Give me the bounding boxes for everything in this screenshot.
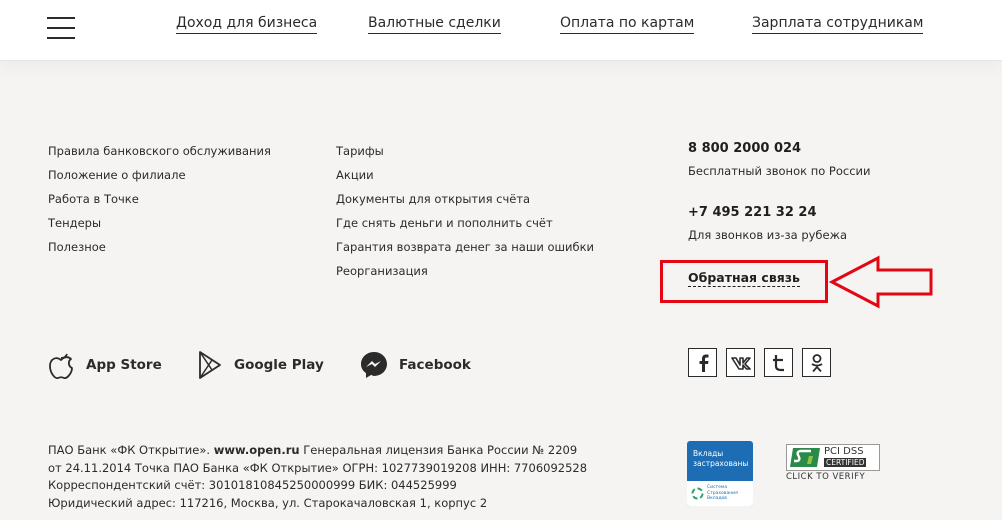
highlight-arrow-icon	[828, 255, 933, 309]
app-store-label: App Store	[86, 357, 162, 373]
nav-currency-deals[interactable]: Валютные сделки	[368, 15, 501, 34]
site-link[interactable]: www.open.ru	[214, 443, 300, 457]
nav-salary[interactable]: Зарплата сотрудникам	[752, 15, 924, 34]
phone-russia[interactable]: 8 800 2000 024	[688, 141, 801, 156]
footer-links-col2: Тарифы Акции Документы для открытия счёт…	[336, 144, 594, 288]
deposit-insurance-logo-icon	[691, 487, 704, 500]
google-play-icon	[194, 350, 224, 380]
deposit-insurance-badge[interactable]: Вклады застрахованы Система Страхования …	[687, 441, 753, 506]
facebook-icon[interactable]	[688, 348, 717, 377]
messenger-icon	[359, 350, 389, 380]
link-money-back-guarantee[interactable]: Гарантия возврата денег за наши ошибки	[336, 240, 594, 264]
pci-dss-badge[interactable]: PCI DSS CERTIFIED CLICK TO VERIFY	[786, 444, 880, 484]
phone-abroad-note: Для звонков из-за рубежа	[688, 228, 848, 242]
link-useful[interactable]: Полезное	[48, 240, 271, 264]
link-tenders[interactable]: Тендеры	[48, 216, 271, 240]
top-header: Доход для бизнеса Валютные сделки Оплата…	[0, 0, 1002, 60]
feedback-link[interactable]: Обратная связь	[688, 270, 800, 287]
nav-business-income[interactable]: Доход для бизнеса	[176, 15, 318, 34]
link-branch-regulation[interactable]: Положение о филиале	[48, 168, 271, 192]
phone-russia-note: Бесплатный звонок по России	[688, 164, 871, 178]
menu-hamburger-icon[interactable]	[47, 15, 75, 41]
link-tariffs[interactable]: Тарифы	[336, 144, 594, 168]
legal-line4: Юридический адрес: 117216, Москва, ул. С…	[48, 495, 488, 510]
phone-abroad[interactable]: +7 495 221 32 24	[688, 205, 817, 220]
google-play-link[interactable]: Google Play	[194, 348, 324, 382]
link-careers[interactable]: Работа в Точке	[48, 192, 271, 216]
link-reorganization[interactable]: Реорганизация	[336, 264, 594, 288]
twitter-icon[interactable]	[764, 348, 793, 377]
link-account-documents[interactable]: Документы для открытия счёта	[336, 192, 594, 216]
google-play-label: Google Play	[234, 357, 324, 373]
link-atm-locations[interactable]: Где снять деньги и пополнить счёт	[336, 216, 594, 240]
legal-line1: ПАО Банк «ФК Открытие». www.open.ru Гене…	[48, 443, 578, 457]
app-store-link[interactable]: App Store	[46, 348, 162, 382]
facebook-label: Facebook	[399, 357, 471, 373]
link-banking-rules[interactable]: Правила банковского обслуживания	[48, 144, 271, 168]
facebook-app-link[interactable]: Facebook	[359, 348, 471, 382]
legal-line3: Корреспондентский счёт: 3010181084525000…	[48, 478, 457, 492]
apple-icon	[46, 350, 76, 380]
nav-card-payments[interactable]: Оплата по картам	[560, 15, 695, 34]
footer-links-col1: Правила банковского обслуживания Положен…	[48, 144, 271, 264]
pci-logo-icon	[790, 448, 820, 467]
link-promotions[interactable]: Акции	[336, 168, 594, 192]
legal-line2: от 24.11.2014 Точка ПАО Банка «ФК Открыт…	[48, 460, 588, 475]
vk-icon[interactable]	[726, 348, 755, 377]
odnoklassniki-icon[interactable]	[802, 348, 831, 377]
legal-info: ПАО Банк «ФК Открытие». www.open.ru Гене…	[48, 442, 587, 512]
